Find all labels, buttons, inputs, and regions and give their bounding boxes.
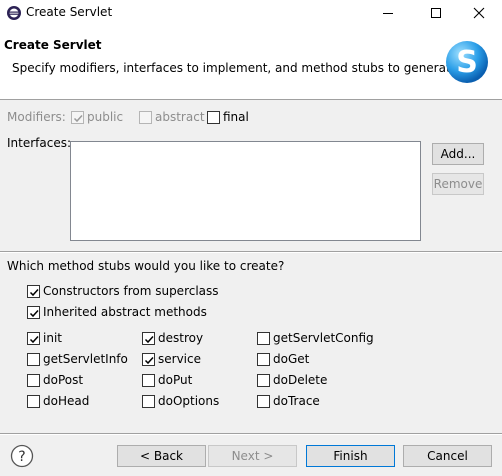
cancel-button[interactable]: Cancel [403,445,492,467]
modifiers-label: Modifiers: [7,110,66,124]
wizard-title: Create Servlet [4,38,102,52]
getservletinfo-checkbox[interactable] [27,353,40,366]
interfaces-label: Interfaces: [7,136,72,150]
dopost-label: doPost [43,373,84,387]
dotrace-label: doTrace [273,394,320,408]
public-label: public [87,110,124,124]
getservletinfo-label: getServletInfo [43,352,128,366]
back-button[interactable]: < Back [117,445,206,467]
inherited-checkbox[interactable] [27,306,40,319]
title-bar: Create Servlet [0,0,502,26]
interfaces-list[interactable] [70,141,421,241]
wizard-description: Specify modifiers, interfaces to impleme… [12,61,462,75]
servlet-logo-icon: S [444,39,490,85]
remove-interface-button[interactable]: Remove [432,173,484,195]
footer-divider-highlight [0,434,502,435]
getservletconfig-checkbox[interactable] [257,332,270,345]
eclipse-icon [6,5,22,21]
dopost-checkbox[interactable] [27,374,40,387]
constructors-checkbox[interactable] [27,285,40,298]
inherited-label: Inherited abstract methods [43,305,207,319]
dohead-checkbox[interactable] [27,395,40,408]
public-checkbox[interactable] [71,111,84,124]
final-checkbox[interactable] [207,111,220,124]
maximize-button[interactable] [413,0,459,26]
constructors-label: Constructors from superclass [43,284,219,298]
destroy-checkbox[interactable] [142,332,155,345]
dodelete-checkbox[interactable] [257,374,270,387]
destroy-label: destroy [158,331,204,345]
svg-text:?: ? [18,449,25,465]
window-title: Create Servlet [26,5,113,19]
init-label: init [43,331,62,345]
svg-text:S: S [456,45,478,80]
abstract-label: abstract [155,110,205,124]
finish-button[interactable]: Finish [306,445,395,467]
dotrace-checkbox[interactable] [257,395,270,408]
abstract-checkbox[interactable] [139,111,152,124]
doput-label: doPut [158,373,193,387]
service-checkbox[interactable] [142,353,155,366]
doget-label: doGet [273,352,310,366]
init-checkbox[interactable] [27,332,40,345]
minimize-button[interactable] [365,0,411,26]
doput-checkbox[interactable] [142,374,155,387]
divider-highlight [0,252,502,253]
service-label: service [158,352,201,366]
final-label: final [223,110,249,124]
dooptions-label: doOptions [158,394,220,408]
doget-checkbox[interactable] [257,353,270,366]
next-button[interactable]: Next > [208,445,297,467]
getservletconfig-label: getServletConfig [273,331,374,345]
stubs-question: Which method stubs would you like to cre… [7,259,285,273]
add-interface-button[interactable]: Add... [432,143,484,165]
dodelete-label: doDelete [273,373,328,387]
dooptions-checkbox[interactable] [142,395,155,408]
close-button[interactable] [456,0,502,26]
dohead-label: doHead [43,394,90,408]
help-icon[interactable]: ? [10,444,34,468]
wizard-header: Create Servlet Specify modifiers, interf… [0,26,502,100]
